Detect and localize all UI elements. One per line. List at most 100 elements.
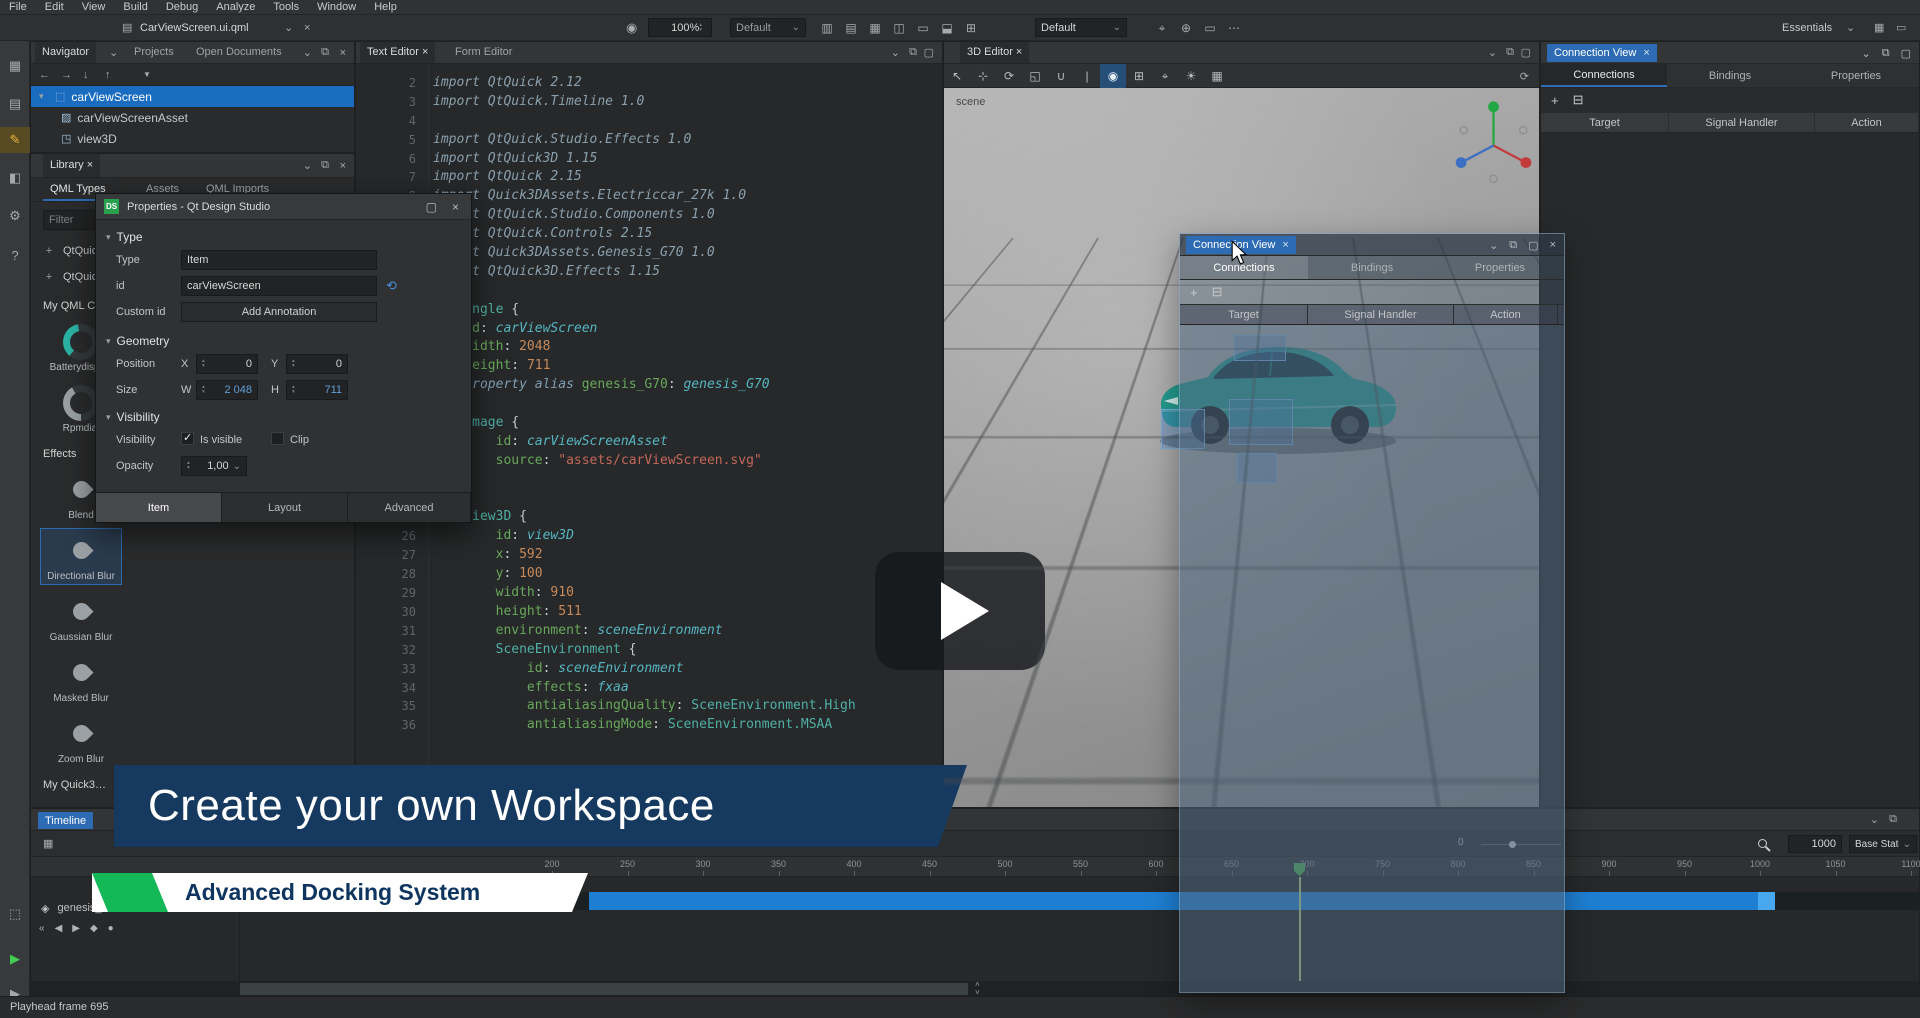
height-field[interactable]: 711 [286,380,348,400]
tab-layout[interactable]: Layout [222,492,348,522]
expand-caret-icon[interactable]: ▾ [39,91,49,102]
maximize-icon[interactable]: ▢ [1521,42,1531,63]
menu-window[interactable]: Window [308,0,365,15]
style-select[interactable]: Default⌄ [1035,18,1127,37]
tab-properties[interactable]: Properties [1793,64,1919,87]
help-icon[interactable]: ? [0,243,30,269]
tab-open-documents[interactable]: Open Documents [189,42,289,63]
chevron-down-icon[interactable]: ⌄ [1846,15,1855,40]
light-icon[interactable]: ☀ [1178,64,1204,88]
float-icon[interactable]: ⧉ [1509,239,1517,252]
dialog-titlebar[interactable]: DS Properties - Qt Design Studio [96,194,471,220]
width-field[interactable]: 2 048 [196,380,258,400]
layout-icon[interactable]: ▦ [1874,15,1884,40]
library-item-gaussian-blur[interactable]: Gaussian Blur [41,590,121,645]
move-down-icon[interactable]: ↓ [83,64,89,85]
move-left-icon[interactable]: ← [39,64,50,85]
design-mode-icon[interactable]: ✎ [0,127,30,153]
opacity-field[interactable]: 1,00⌄ [181,456,247,476]
add-annotation-button[interactable]: Add Annotation [181,302,377,322]
menu-analyze[interactable]: Analyze [207,0,264,15]
close-icon[interactable]: × [452,194,459,220]
timeline-range-handle[interactable] [1758,892,1775,910]
add-icon[interactable]: ⊕ [1174,15,1198,41]
close-icon[interactable]: × [304,15,310,40]
snap-icon[interactable]: ∪ [1048,64,1074,88]
library-item-directional-blur[interactable]: Directional Blur [41,529,121,584]
float-icon[interactable]: ⧉ [909,42,917,63]
mode-selector[interactable]: Essentials [1782,15,1832,40]
tab-library[interactable]: Library × [43,154,100,177]
record-icon[interactable]: ● [108,923,114,934]
orientation-icon[interactable]: ◉ [1100,64,1126,88]
tab-item[interactable]: Item [96,492,222,522]
frame-icon[interactable]: ▭ [911,15,935,41]
chevron-down-icon[interactable]: ⌄ [1488,42,1497,63]
navigator-item-carviewscreenasset[interactable]: ▨carViewScreenAsset [31,107,354,128]
timeline-range-bar[interactable] [589,892,1758,910]
menu-debug[interactable]: Debug [157,0,207,15]
chevron-down-icon[interactable]: ⌄ [1489,239,1498,252]
tab-bindings[interactable]: Bindings [1667,64,1793,87]
state-selector[interactable]: Base State⌄ [1849,835,1917,853]
chevron-down-icon[interactable]: ⌄ [1870,809,1879,830]
reset-icon[interactable]: ⟲ [386,278,397,294]
zoom-select[interactable]: 100% [648,18,712,37]
menu-build[interactable]: Build [114,0,156,15]
timeline-settings-icon[interactable]: ▦ [43,831,53,856]
scrollbar-thumb[interactable] [240,983,968,995]
section-type[interactable]: ▾Type [106,230,143,244]
play-icon[interactable]: ▶ [72,923,80,934]
move-up-icon[interactable]: ↑ [105,64,111,85]
chevron-down-icon[interactable]: ⌄ [284,15,293,40]
apps-icon[interactable]: ▦ [0,53,30,79]
to-start-icon[interactable]: « [39,923,45,934]
select-icon[interactable]: ↖ [944,64,970,88]
timeline-tab[interactable]: Timeline [38,812,93,829]
library-item-electriccar-27k[interactable]: Electriccar_27k [41,799,121,806]
y-field[interactable]: 0 [286,354,348,374]
zoom-icon[interactable] [1758,839,1767,848]
menu-edit[interactable]: Edit [36,0,73,15]
section-geometry[interactable]: ▾Geometry [106,334,169,348]
tab-text-editor[interactable]: Text Editor × [360,42,435,63]
tab-connections[interactable]: Connections [1541,64,1667,87]
tab-form-editor[interactable]: Form Editor [448,42,519,63]
x-field[interactable]: 0 [196,354,258,374]
close-icon[interactable]: × [1016,46,1022,58]
filter-icon[interactable]: ▼ [143,64,151,85]
kit-select[interactable]: Default⌄ [730,18,806,37]
float-icon[interactable]: ⧉ [321,42,329,63]
tab-projects[interactable]: Projects [127,42,181,63]
add-module-icon[interactable]: + [43,245,55,257]
float-icon[interactable]: ⧉ [1889,809,1897,830]
prev-frame-icon[interactable]: ◀ [55,923,63,934]
add-module-icon[interactable]: + [43,271,55,283]
scale-icon[interactable]: ◱ [1022,64,1048,88]
float-icon[interactable]: ⧉ [321,154,329,177]
tab-properties[interactable]: Properties [1436,256,1564,279]
keyframe-icon[interactable]: ◆ [90,923,98,934]
type-field[interactable]: Item [181,250,377,270]
chevron-down-icon[interactable]: ⌄ [891,42,900,63]
snap-icon[interactable]: ⊞ [959,15,983,41]
remove-connection-icon[interactable]: ⊟ [1212,284,1223,300]
columns-icon[interactable]: ▥ [815,15,839,41]
tab-advanced[interactable]: Advanced [348,492,471,522]
close-icon[interactable]: × [340,154,346,177]
close-icon[interactable]: × [1550,239,1556,251]
close-icon[interactable]: × [1643,47,1649,59]
reset-view-icon[interactable]: ⟳ [1520,64,1529,88]
panel-icon[interactable]: ▭ [1198,15,1222,41]
origin-icon[interactable]: ⌖ [1152,64,1178,88]
split-icon[interactable]: ◫ [887,15,911,41]
axis-gizmo[interactable] [1444,96,1534,186]
rotate-icon[interactable]: ⟳ [996,64,1022,88]
chevron-down-icon[interactable]: ⌄ [303,154,312,177]
float-icon[interactable]: ⧉ [1506,42,1514,63]
end-frame-field[interactable]: 1000 [1788,835,1842,853]
menu-help[interactable]: Help [365,0,406,15]
chevron-down-icon[interactable]: ⌄ [109,42,118,63]
menu-file[interactable]: File [0,0,36,15]
connection-view-tab[interactable]: Connection View× [1547,44,1657,62]
